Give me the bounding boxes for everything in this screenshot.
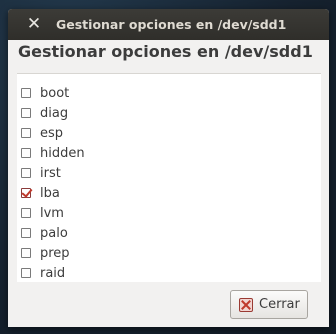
close-button-label: Cerrar <box>259 297 300 312</box>
checkbox[interactable] <box>21 128 31 138</box>
option-label: boot <box>40 85 70 101</box>
option-row-irst[interactable]: irst <box>17 163 317 183</box>
checkbox[interactable] <box>21 248 31 258</box>
checkbox[interactable] <box>21 228 31 238</box>
checkbox[interactable] <box>21 208 31 218</box>
checkbox[interactable] <box>21 268 31 278</box>
cancel-icon <box>239 297 253 312</box>
option-row-diag[interactable]: diag <box>17 103 317 123</box>
checkbox[interactable] <box>21 148 31 158</box>
option-row-esp[interactable]: esp <box>17 123 317 143</box>
titlebar: ✕ Gestionar opciones en /dev/sdd1 <box>8 9 329 40</box>
option-row-boot[interactable]: boot <box>17 83 317 103</box>
checkbox-checked[interactable] <box>21 188 31 198</box>
option-label: hidden <box>40 145 85 161</box>
option-row-prep[interactable]: prep <box>17 243 317 263</box>
option-label: lvm <box>40 205 64 221</box>
option-row-lvm[interactable]: lvm <box>17 203 317 223</box>
option-label: palo <box>40 225 68 241</box>
options-list: boot diag esp hidden irst lba lvm palo p… <box>17 73 321 282</box>
checkbox[interactable] <box>21 88 31 98</box>
close-button[interactable]: Cerrar <box>230 290 308 319</box>
window-close-icon[interactable]: ✕ <box>26 15 42 33</box>
checkbox[interactable] <box>21 168 31 178</box>
option-row-hidden[interactable]: hidden <box>17 143 317 163</box>
window-title: Gestionar opciones en /dev/sdd1 <box>56 17 287 32</box>
option-label: irst <box>40 165 61 181</box>
option-row-raid[interactable]: raid <box>17 263 317 283</box>
option-label: raid <box>40 265 66 281</box>
option-label: esp <box>40 125 64 141</box>
option-label: lba <box>40 185 60 201</box>
option-row-lba[interactable]: lba <box>17 183 317 203</box>
page-title: Gestionar opciones en /dev/sdd1 <box>18 42 313 61</box>
option-label: diag <box>40 105 69 121</box>
option-row-palo[interactable]: palo <box>17 223 317 243</box>
dialog-window: ✕ Gestionar opciones en /dev/sdd1 Gestio… <box>8 9 329 327</box>
dialog-footer: Cerrar <box>8 282 329 327</box>
checkbox[interactable] <box>21 108 31 118</box>
option-label: prep <box>40 245 70 261</box>
